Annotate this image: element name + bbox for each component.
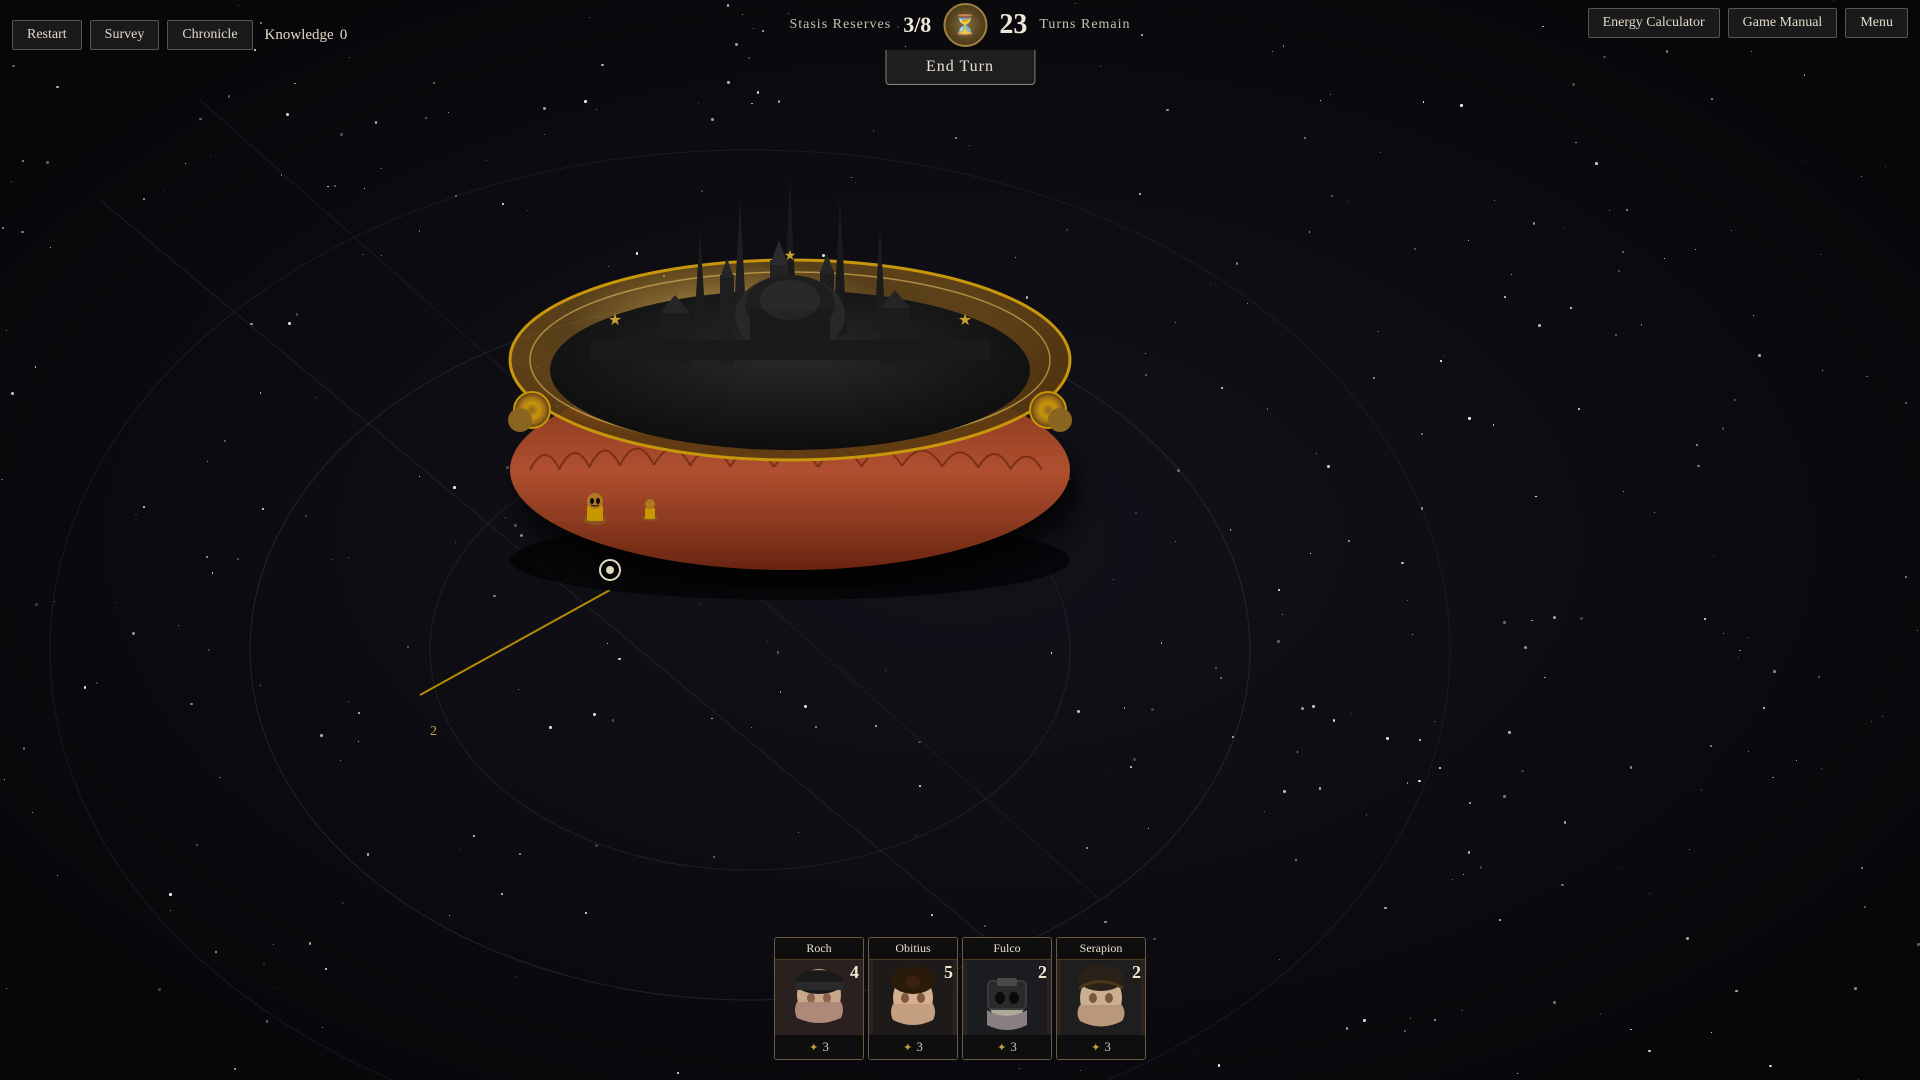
char-name-1: Obitius (869, 938, 957, 960)
char-portrait-0: 4 (775, 960, 863, 1035)
center-hud: Stasis Reserves 3/8 ⏳ 23 Turns Remain En… (769, 0, 1150, 85)
char-energy-3: 2 (1132, 962, 1141, 983)
svg-text:★: ★ (784, 249, 797, 264)
end-turn-button[interactable]: End Turn (885, 50, 1035, 85)
char-portrait-3: 2 (1057, 960, 1145, 1035)
character-card-obitius[interactable]: Obitius 5 ✦ 3 (868, 937, 958, 1060)
svg-text:★: ★ (958, 312, 972, 329)
character-cards: Roch 4 ✦ 3 Obitius (774, 937, 1146, 1060)
char-stats-0: ✦ 3 (775, 1035, 863, 1059)
turns-count: 23 (999, 9, 1027, 41)
char-portrait-1: 5 (869, 960, 957, 1035)
star-icon-1: ✦ (903, 1041, 912, 1054)
char-stats-1: ✦ 3 (869, 1035, 957, 1059)
knowledge-label: Knowledge (265, 27, 334, 44)
char-stats-2: ✦ 3 (963, 1035, 1051, 1059)
svg-text:★: ★ (608, 312, 622, 329)
char-name-3: Serapion (1057, 938, 1145, 960)
star-icon-0: ✦ (809, 1041, 818, 1054)
char-stat-2: 3 (1010, 1039, 1017, 1055)
char-energy-0: 4 (850, 962, 859, 983)
hourglass-icon: ⏳ (943, 3, 987, 47)
char-stats-3: ✦ 3 (1057, 1035, 1145, 1059)
survey-button[interactable]: Survey (90, 20, 160, 50)
stasis-label: Stasis Reserves (789, 17, 891, 33)
knowledge-value: 0 (340, 27, 348, 44)
star-icon-2: ✦ (997, 1041, 1006, 1054)
char-energy-1: 5 (944, 962, 953, 983)
char-stat-3: 3 (1104, 1039, 1111, 1055)
character-card-roch[interactable]: Roch 4 ✦ 3 (774, 937, 864, 1060)
map-label-2: 2 (430, 724, 437, 740)
energy-calculator-button[interactable]: Energy Calculator (1588, 8, 1720, 38)
char-name-0: Roch (775, 938, 863, 960)
turns-label: Turns Remain (1039, 17, 1130, 33)
char-stat-1: 3 (916, 1039, 923, 1055)
game-manual-button[interactable]: Game Manual (1728, 8, 1838, 38)
menu-button[interactable]: Menu (1845, 8, 1908, 38)
character-card-fulco[interactable]: Fulco 2 ✦ 3 (962, 937, 1052, 1060)
stasis-count: 3/8 (903, 12, 931, 38)
char-stat-0: 3 (822, 1039, 829, 1055)
restart-button[interactable]: Restart (12, 20, 82, 50)
right-hud: Energy Calculator Game Manual Menu (1588, 8, 1908, 38)
star-icon-3: ✦ (1091, 1041, 1100, 1054)
chronicle-button[interactable]: Chronicle (167, 20, 252, 50)
char-energy-2: 2 (1038, 962, 1047, 983)
char-name-2: Fulco (963, 938, 1051, 960)
character-card-serapion[interactable]: Serapion 2 ✦ 3 (1056, 937, 1146, 1060)
knowledge-display: Knowledge 0 (265, 27, 348, 44)
stasis-bar: Stasis Reserves 3/8 ⏳ 23 Turns Remain (769, 0, 1150, 50)
char-portrait-2: 2 (963, 960, 1051, 1035)
